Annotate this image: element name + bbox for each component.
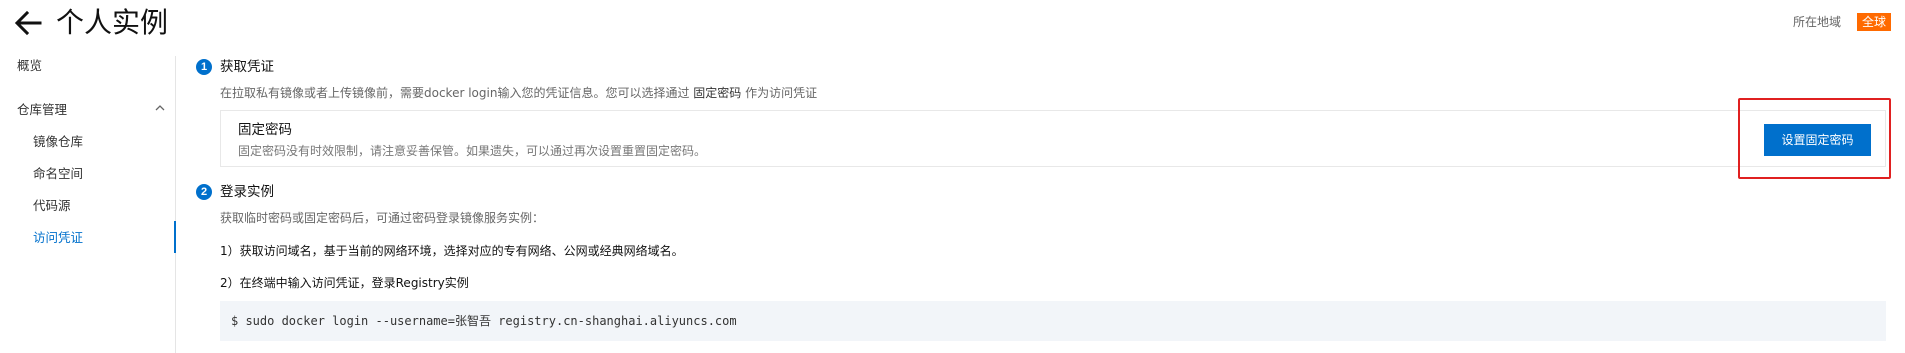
fixed-password-description: 固定密码没有时效限制，请注意妥善保管。如果遗失，可以通过再次设置重置固定密码。 bbox=[238, 144, 707, 158]
step-2-badge: 2 bbox=[196, 184, 212, 200]
sidebar-item-access-credentials[interactable]: 访问凭证 bbox=[33, 229, 83, 247]
sidebar: 概览 仓库管理 镜像仓库 命名空间 代码源 访问凭证 bbox=[0, 56, 176, 353]
step-2-description: 获取临时密码或固定密码后，可通过密码登录镜像服务实例： bbox=[220, 211, 545, 225]
step-1-desc-highlight: 固定密码 bbox=[693, 86, 742, 100]
page: 个人实例 所在地域 全球 概览 仓库管理 镜像仓库 命名空间 代码源 访问凭证 … bbox=[0, 0, 1905, 353]
fixed-password-title: 固定密码 bbox=[238, 122, 292, 138]
step-1-description: 在拉取私有镜像或者上传镜像前，需要docker login输入您的凭证信息。您可… bbox=[220, 84, 817, 102]
sidebar-item-image-repos[interactable]: 镜像仓库 bbox=[33, 133, 83, 151]
step-2-title: 登录实例 bbox=[220, 184, 274, 200]
region-label: 所在地域 bbox=[1793, 15, 1842, 29]
sidebar-active-indicator bbox=[174, 221, 176, 253]
step-1-badge: 1 bbox=[196, 59, 212, 75]
login-command-text[interactable]: $ sudo docker login --username=张智吾 regis… bbox=[231, 312, 737, 330]
sidebar-item-repo-management[interactable]: 仓库管理 bbox=[17, 101, 67, 119]
fixed-password-card: 固定密码 固定密码没有时效限制，请注意妥善保管。如果遗失，可以通过再次设置重置固… bbox=[220, 110, 1886, 167]
sidebar-item-code-sources[interactable]: 代码源 bbox=[33, 197, 71, 215]
page-header: 个人实例 所在地域 全球 bbox=[0, 0, 1905, 46]
step-2-instruction-1: 1）获取访问域名，基于当前的网络环境，选择对应的专有网络、公网或经典网络域名。 bbox=[220, 244, 684, 258]
region-badge[interactable]: 全球 bbox=[1857, 13, 1892, 31]
step-1-desc-prefix: 在拉取私有镜像或者上传镜像前，需要docker login输入您的凭证信息。您可… bbox=[220, 86, 690, 100]
step-1-title: 获取凭证 bbox=[220, 59, 274, 75]
login-command-block[interactable]: $ sudo docker login --username=张智吾 regis… bbox=[220, 301, 1886, 341]
step-2-instruction-2: 2）在终端中输入访问凭证，登录Registry实例 bbox=[220, 276, 469, 290]
page-title: 个人实例 bbox=[56, 6, 169, 39]
sidebar-item-overview[interactable]: 概览 bbox=[17, 57, 42, 75]
set-fixed-password-button[interactable]: 设置固定密码 bbox=[1764, 124, 1871, 156]
sidebar-item-namespaces[interactable]: 命名空间 bbox=[33, 165, 83, 183]
chevron-up-icon[interactable] bbox=[154, 103, 166, 113]
step-1-desc-suffix: 作为访问凭证 bbox=[745, 86, 818, 100]
arrow-left-icon[interactable] bbox=[14, 10, 42, 36]
